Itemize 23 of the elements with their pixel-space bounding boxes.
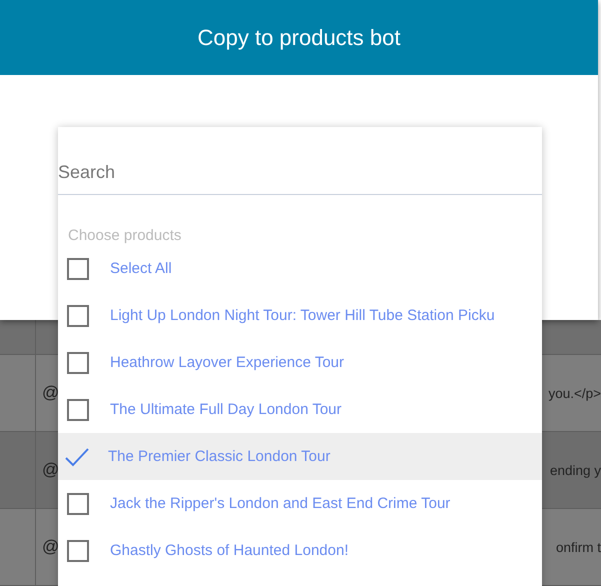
search-field[interactable]: Search bbox=[58, 127, 542, 195]
product-option[interactable]: Light Up London Night Tour: Tower Hill Tube Station Picku bbox=[58, 292, 542, 339]
check-icon[interactable] bbox=[65, 446, 89, 466]
product-option[interactable]: Ghastly Ghosts of Haunted London! bbox=[58, 527, 542, 574]
product-option[interactable]: The Ultimate Full Day London Tour bbox=[58, 386, 542, 433]
checkbox[interactable] bbox=[67, 492, 89, 514]
table-cell: ending y bbox=[550, 462, 601, 478]
select-all-option[interactable]: Select All bbox=[58, 245, 542, 292]
list-label: Choose products bbox=[68, 227, 182, 245]
product-option[interactable]: Jack the Ripper's London and East End Crime Tour bbox=[58, 480, 542, 527]
product-option[interactable]: Heathrow Layover Experience Tour bbox=[58, 339, 542, 386]
checkbox[interactable] bbox=[67, 258, 89, 280]
table-cell: @ bbox=[42, 537, 60, 557]
table-cell: you.</p> bbox=[548, 386, 601, 400]
product-option[interactable]: The Premier Classic London Tour bbox=[58, 433, 542, 480]
checkbox[interactable] bbox=[67, 352, 89, 374]
checkbox[interactable] bbox=[67, 398, 89, 420]
table-cell: @ bbox=[42, 460, 60, 480]
checkbox[interactable] bbox=[67, 304, 89, 326]
dialog-title: Copy to products bot bbox=[197, 24, 400, 50]
checkbox[interactable] bbox=[67, 540, 89, 562]
table-cell: @ bbox=[42, 383, 60, 403]
table-cell: onfirm t bbox=[556, 540, 601, 554]
